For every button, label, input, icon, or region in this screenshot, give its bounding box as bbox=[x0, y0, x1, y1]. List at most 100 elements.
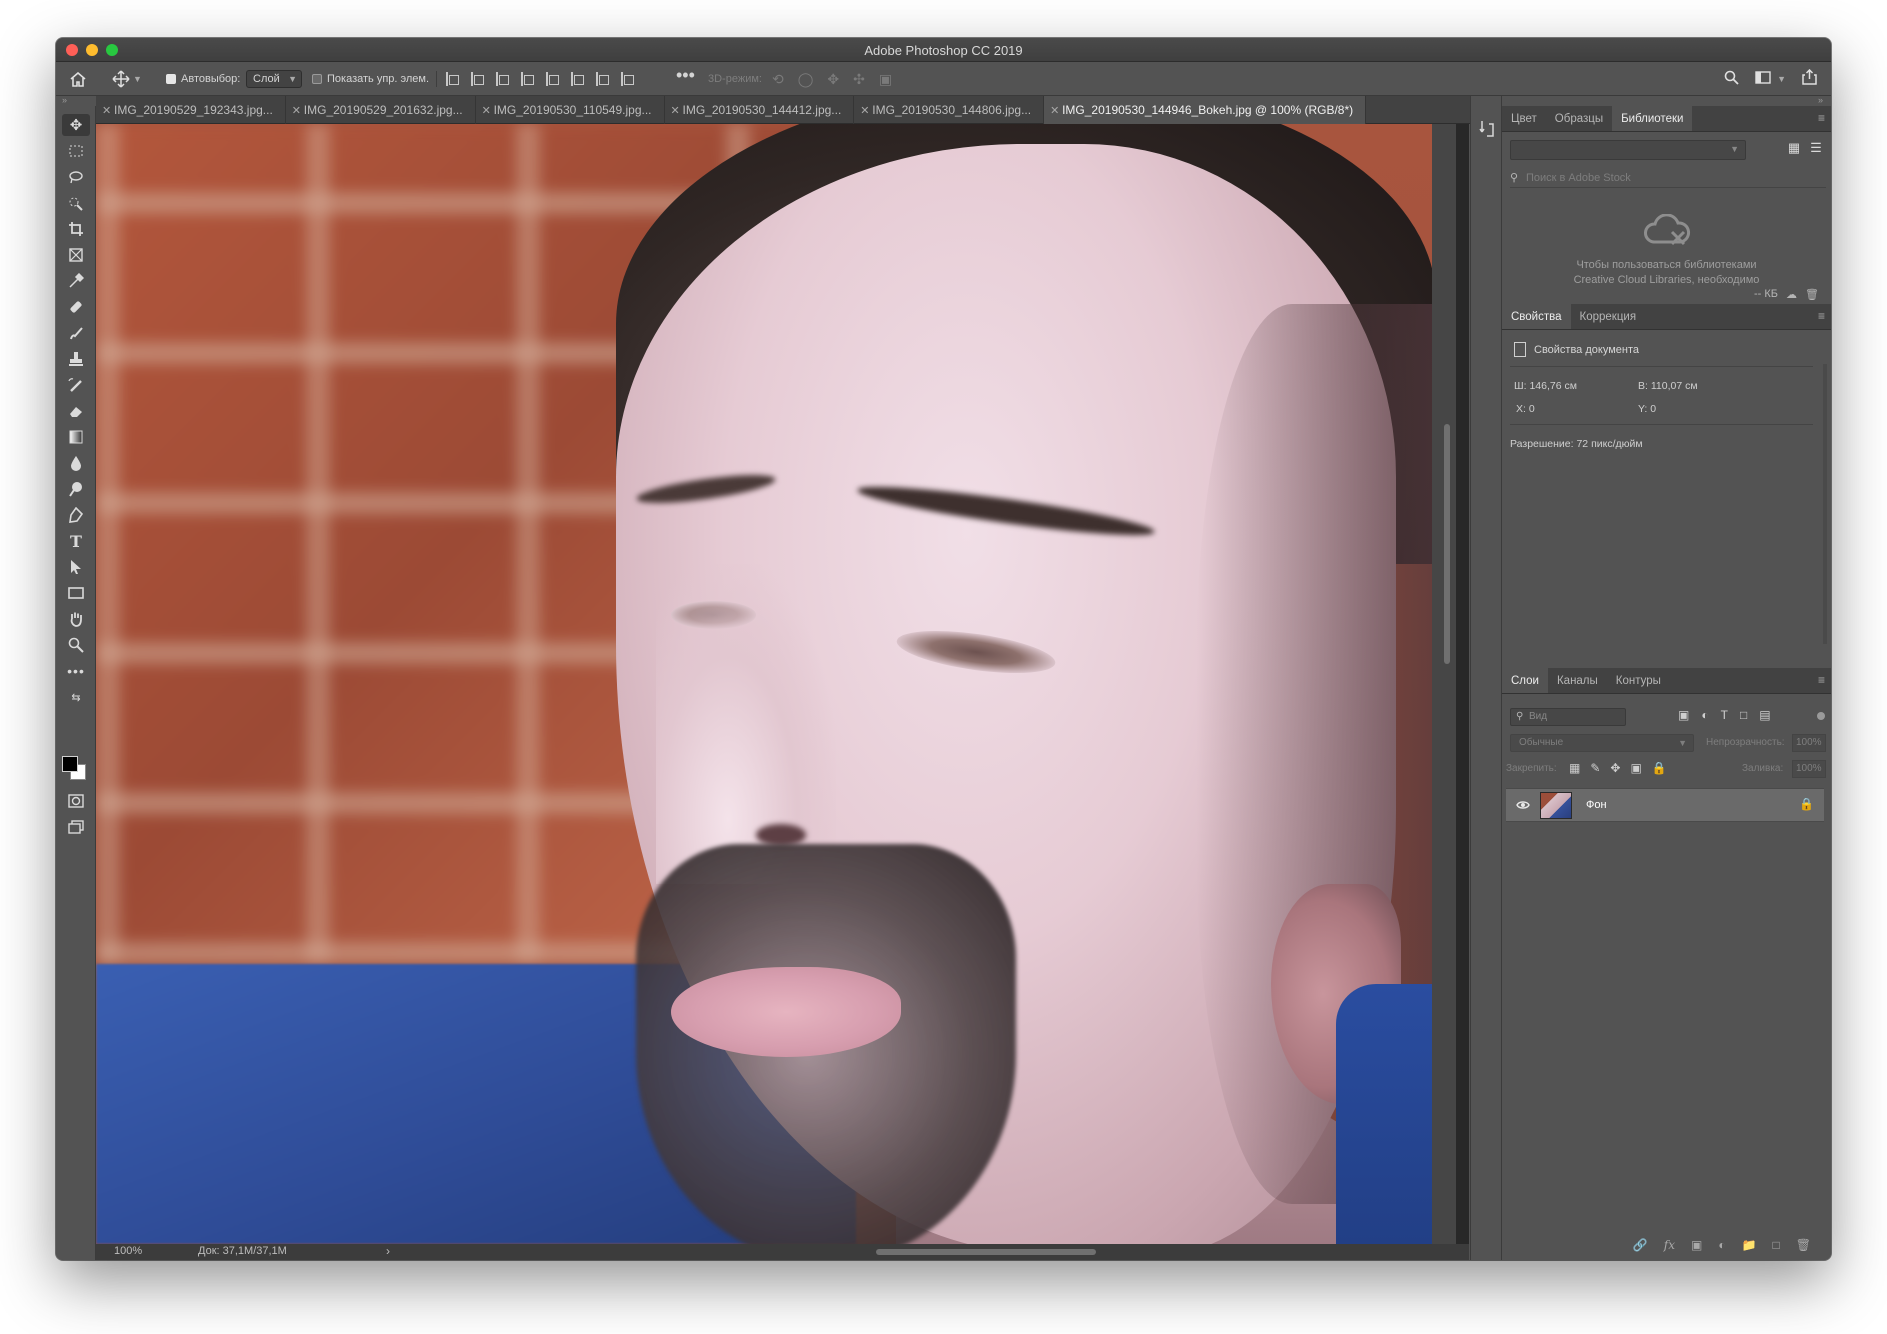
link-layers-icon[interactable]: 🔗 bbox=[1633, 1238, 1648, 1252]
list-view-icon[interactable]: ☰ bbox=[1806, 140, 1826, 160]
filter-pixel-icon[interactable]: ▣ bbox=[1678, 708, 1689, 722]
quick-mask-icon[interactable] bbox=[62, 790, 90, 812]
align-bottom-edges-icon[interactable] bbox=[596, 72, 609, 86]
search-icon[interactable] bbox=[1724, 70, 1739, 89]
document-tab[interactable]: ✕ IMG_20190530_110549.jpg... bbox=[476, 96, 665, 124]
screen-mode-icon[interactable] bbox=[62, 816, 90, 838]
canvas-area[interactable] bbox=[96, 124, 1469, 1244]
tab-layers[interactable]: Слои bbox=[1502, 668, 1548, 693]
tab-libraries[interactable]: Библиотеки bbox=[1612, 106, 1693, 131]
healing-brush-tool-icon[interactable] bbox=[62, 296, 90, 318]
foreground-color-swatch[interactable] bbox=[62, 756, 78, 772]
gradient-tool-icon[interactable] bbox=[62, 426, 90, 448]
quick-select-tool-icon[interactable] bbox=[62, 192, 90, 214]
eraser-tool-icon[interactable] bbox=[62, 400, 90, 422]
document-tab[interactable]: ✕ IMG_20190530_144806.jpg... bbox=[854, 96, 1045, 124]
height-field[interactable]: В: 110,07 см bbox=[1638, 380, 1698, 392]
sync-icon[interactable]: ☁ bbox=[1786, 288, 1797, 301]
close-icon[interactable]: ✕ bbox=[292, 104, 301, 117]
autoselect-checkbox[interactable]: Автовыбор: bbox=[166, 69, 240, 89]
horizontal-scroll-thumb[interactable] bbox=[876, 1249, 1096, 1255]
lasso-tool-icon[interactable] bbox=[62, 166, 90, 188]
slide-3d-icon[interactable]: ✣ bbox=[853, 71, 865, 88]
drag-3d-icon[interactable]: ✥ bbox=[827, 71, 839, 88]
frame-tool-icon[interactable] bbox=[62, 244, 90, 266]
collapse-panels-icon[interactable]: » bbox=[1818, 95, 1823, 105]
zoom-level[interactable]: 100% bbox=[114, 1245, 142, 1257]
path-select-tool-icon[interactable] bbox=[62, 556, 90, 578]
tab-paths[interactable]: Контуры bbox=[1607, 668, 1670, 693]
trash-icon[interactable]: 🗑 bbox=[1805, 288, 1819, 301]
tab-channels[interactable]: Каналы bbox=[1548, 668, 1607, 693]
grid-view-icon[interactable]: ▦ bbox=[1784, 140, 1804, 160]
close-icon[interactable]: ✕ bbox=[671, 104, 680, 117]
vertical-scrollbar[interactable] bbox=[1432, 124, 1456, 1244]
autoselect-target-select[interactable]: Слой ▼ bbox=[246, 70, 302, 88]
trash-icon[interactable]: 🗑 bbox=[1796, 1238, 1811, 1252]
dodge-tool-icon[interactable] bbox=[62, 478, 90, 500]
new-group-icon[interactable]: 📁 bbox=[1742, 1238, 1757, 1252]
filter-adjustment-icon[interactable]: ◐ bbox=[1701, 708, 1708, 722]
document-tab[interactable]: ✕ IMG_20190529_201632.jpg... bbox=[286, 96, 476, 124]
share-icon[interactable] bbox=[1802, 68, 1817, 89]
opacity-input[interactable]: 100% bbox=[1792, 734, 1826, 752]
layer-thumbnail[interactable] bbox=[1540, 792, 1572, 819]
show-controls-check-icon[interactable] bbox=[312, 74, 322, 84]
lock-artboard-icon[interactable]: ▣ bbox=[1630, 761, 1641, 775]
align-right-edges-icon[interactable] bbox=[496, 72, 509, 86]
type-tool-icon[interactable]: T bbox=[62, 530, 90, 552]
filter-toggle[interactable] bbox=[1817, 712, 1825, 720]
layer-name[interactable]: Фон bbox=[1586, 799, 1607, 811]
tab-color[interactable]: Цвет bbox=[1502, 106, 1546, 131]
distribute-horizontal-icon[interactable] bbox=[521, 72, 534, 86]
blend-mode-select[interactable]: Обычные ▼ bbox=[1510, 734, 1694, 752]
close-icon[interactable]: ✕ bbox=[102, 104, 111, 117]
filter-smart-object-icon[interactable]: ▤ bbox=[1759, 708, 1770, 722]
home-icon[interactable] bbox=[70, 69, 92, 89]
add-mask-icon[interactable]: ▣ bbox=[1691, 1238, 1702, 1252]
panel-menu-icon[interactable]: ≡ bbox=[1818, 111, 1825, 125]
x-field[interactable]: X: 0 bbox=[1516, 403, 1535, 415]
layer-row[interactable]: Фон 🔒 bbox=[1506, 788, 1824, 822]
y-field[interactable]: Y: 0 bbox=[1638, 403, 1656, 415]
more-tools-icon[interactable]: ••• bbox=[62, 660, 90, 682]
move-tool-preset-icon[interactable]: ▼ bbox=[112, 69, 142, 89]
lock-position-icon[interactable]: ✥ bbox=[1610, 761, 1620, 775]
panel-menu-icon[interactable]: ≡ bbox=[1818, 673, 1825, 687]
close-icon[interactable]: ✕ bbox=[860, 104, 869, 117]
move-tool-icon[interactable]: ✥ bbox=[62, 114, 90, 136]
brush-tool-icon[interactable] bbox=[62, 322, 90, 344]
tab-adjustments[interactable]: Коррекция bbox=[1571, 304, 1646, 329]
zoom-tool-icon[interactable] bbox=[62, 634, 90, 656]
eye-visibility-icon[interactable] bbox=[1516, 798, 1530, 813]
stock-search-input[interactable]: ⚲ Поиск в Adobe Stock bbox=[1510, 168, 1826, 188]
swap-colors-icon[interactable]: ⇆ bbox=[62, 690, 90, 704]
document-tab[interactable]: ✕ IMG_20190530_144412.jpg... bbox=[665, 96, 855, 124]
more-options-button[interactable]: ••• bbox=[676, 65, 695, 85]
align-top-edges-icon[interactable] bbox=[546, 72, 559, 86]
status-menu-arrow[interactable]: › bbox=[386, 1244, 390, 1258]
show-controls-checkbox[interactable]: Показать упр. элем. bbox=[312, 69, 429, 89]
document-canvas[interactable] bbox=[96, 124, 1432, 1244]
width-field[interactable]: Ш: 146,76 см bbox=[1514, 380, 1577, 392]
hand-tool-icon[interactable] bbox=[62, 608, 90, 630]
align-vertical-centers-icon[interactable] bbox=[571, 72, 584, 86]
eyedropper-tool-icon[interactable] bbox=[62, 270, 90, 292]
chevron-down-icon[interactable]: ▼ bbox=[1777, 74, 1786, 84]
rectangle-tool-icon[interactable] bbox=[62, 582, 90, 604]
pen-tool-icon[interactable] bbox=[62, 504, 90, 526]
lock-icon[interactable]: 🔒 bbox=[1799, 797, 1814, 811]
library-select[interactable]: ▼ bbox=[1510, 140, 1746, 160]
document-tab-active[interactable]: ✕ IMG_20190530_144946_Bokeh.jpg @ 100% (R… bbox=[1044, 96, 1367, 124]
tab-properties[interactable]: Свойства bbox=[1502, 304, 1571, 329]
workspace-icon[interactable] bbox=[1755, 70, 1771, 88]
clone-stamp-tool-icon[interactable] bbox=[62, 348, 90, 370]
lock-pixels-icon[interactable]: ✎ bbox=[1590, 761, 1600, 775]
tab-swatches[interactable]: Образцы bbox=[1546, 106, 1612, 131]
filter-type-icon[interactable]: T bbox=[1721, 708, 1728, 722]
close-icon[interactable]: ✕ bbox=[1050, 104, 1059, 117]
align-horizontal-centers-icon[interactable] bbox=[471, 72, 484, 86]
panel-menu-icon[interactable]: ≡ bbox=[1818, 309, 1825, 323]
new-layer-icon[interactable]: □ bbox=[1773, 1238, 1780, 1252]
scale-3d-icon[interactable]: ▣ bbox=[879, 71, 892, 88]
